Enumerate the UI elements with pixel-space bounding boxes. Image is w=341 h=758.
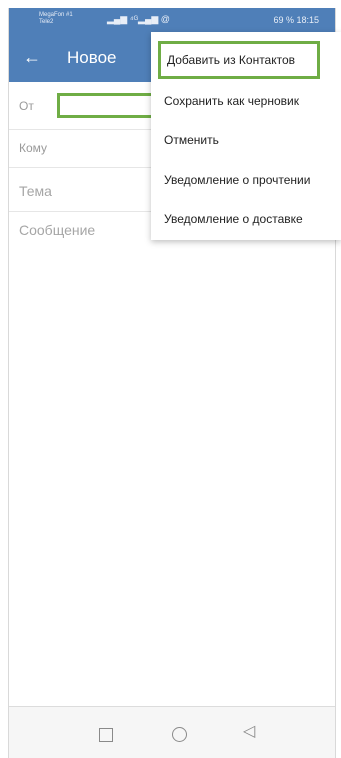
carrier-2: Tele2 xyxy=(39,19,54,25)
back-triangle-icon[interactable]: ◁ xyxy=(243,723,255,741)
screen-title: Новое xyxy=(67,48,117,67)
from-label: От xyxy=(19,99,34,113)
menu-item-read-receipt[interactable]: Уведомление о прочтении xyxy=(151,160,341,200)
signal-icon: ▂▄▆ ⁴ᴳ▂▄▆ @ xyxy=(107,14,170,24)
carrier-1: MegaFon #1 xyxy=(39,12,73,18)
menu-item-add-from-contacts[interactable]: Добавить из Контактов xyxy=(158,41,320,79)
menu-item-save-draft[interactable]: Сохранить как черновик xyxy=(151,81,341,121)
recent-apps-square-icon[interactable] xyxy=(99,728,113,742)
subject-label: Тема xyxy=(19,183,52,199)
overflow-menu: Добавить из Контактов Сохранить как черн… xyxy=(151,32,341,240)
menu-item-delivery-receipt[interactable]: Уведомление о доставке xyxy=(151,199,341,239)
from-value-highlight[interactable] xyxy=(57,93,159,118)
menu-item-cancel[interactable]: Отменить xyxy=(151,120,341,160)
status-carriers: MegaFon #1 Tele2 xyxy=(39,12,73,26)
to-label: Кому xyxy=(19,141,48,155)
message-field[interactable]: Сообщение xyxy=(19,222,95,238)
status-battery-time: 69 % 18:15 xyxy=(273,15,319,25)
navigation-bar: ◁ xyxy=(9,706,335,758)
back-arrow-icon[interactable]: ← xyxy=(23,47,41,67)
home-circle-icon[interactable] xyxy=(172,727,187,742)
